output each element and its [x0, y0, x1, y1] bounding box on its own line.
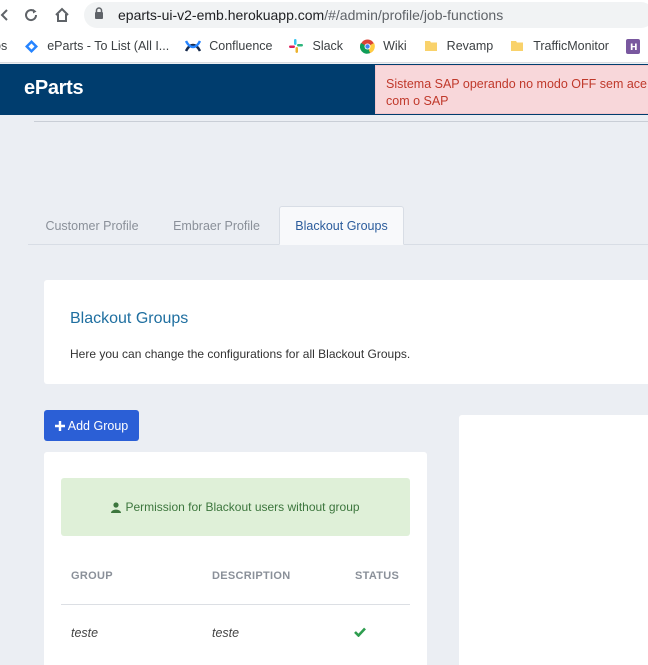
bookmark-eparts-list[interactable]: eParts - To List (All I... [23, 38, 169, 54]
reload-icon[interactable] [20, 4, 42, 26]
eparts-logo[interactable]: eParts [24, 77, 84, 100]
page-title: Blackout Groups [70, 310, 189, 327]
user-icon [111, 501, 122, 513]
group-detail-panel [459, 415, 648, 665]
group-cell: teste [71, 626, 99, 640]
add-group-button[interactable]: Add Group [44, 410, 139, 441]
groups-panel: Permission for Blackout users without gr… [44, 452, 427, 665]
browser-toolbar: eparts-ui-v2-emb.herokuapp.com/#/admin/p… [0, 0, 648, 30]
description-cell: teste [212, 626, 240, 640]
lock-icon [94, 6, 104, 24]
bookmark-slack[interactable]: Slack [288, 38, 343, 54]
divider [34, 121, 648, 122]
bookmark-wiki[interactable]: Wiki [359, 38, 407, 54]
tab-blackout-groups[interactable]: Blackout Groups [279, 206, 404, 245]
tab-customer-profile[interactable]: Customer Profile [28, 206, 156, 245]
folder-icon [509, 38, 525, 54]
folder-icon [423, 38, 439, 54]
bookmark-confluence[interactable]: Confluence [185, 38, 272, 54]
bookmark-trafficmonitor[interactable]: TrafficMonitor [509, 38, 609, 54]
sap-alert: Sistema SAP operando no modo OFF sem ace… [375, 65, 648, 114]
column-header-description: DESCRIPTION [212, 570, 291, 582]
bookmarks-bar: ps eParts - To List (All I... Confluence… [0, 30, 648, 63]
home-icon[interactable] [51, 4, 73, 26]
url-text: eparts-ui-v2-emb.herokuapp.com/#/admin/p… [118, 7, 504, 23]
table-divider [61, 604, 410, 605]
column-header-status: STATUS [355, 570, 400, 582]
plus-icon [54, 418, 65, 434]
back-arrow-icon[interactable] [0, 4, 16, 26]
diamond-icon [23, 38, 39, 54]
chrome-icon [359, 38, 375, 54]
column-header-group: GROUP [71, 570, 113, 582]
confluence-icon [185, 38, 202, 54]
permission-without-group[interactable]: Permission for Blackout users without gr… [61, 478, 410, 536]
bookmark-apps[interactable]: ps [0, 39, 7, 53]
heroku-icon: H [625, 38, 641, 54]
svg-text:H: H [630, 43, 638, 53]
tab-embraer-profile[interactable]: Embraer Profile [156, 206, 277, 245]
bookmark-revamp[interactable]: Revamp [423, 38, 493, 54]
check-icon [354, 624, 366, 642]
url-bar[interactable]: eparts-ui-v2-emb.herokuapp.com/#/admin/p… [84, 2, 648, 28]
slack-icon [288, 38, 304, 54]
info-card: Blackout Groups Here you can change the … [44, 280, 648, 384]
bookmark-heroku[interactable]: H He [625, 38, 648, 54]
profile-tabs: Customer Profile Embraer Profile Blackou… [28, 206, 648, 245]
app-navbar: eParts Sistema SAP operando no modo OFF … [0, 64, 648, 115]
page-description: Here you can change the configurations f… [70, 347, 411, 361]
